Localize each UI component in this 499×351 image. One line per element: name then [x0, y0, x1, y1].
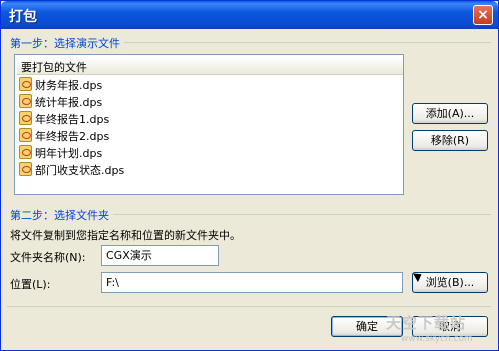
file-name: 明年计划.dps — [35, 147, 103, 160]
file-list-header-label: 要打包的文件 — [21, 61, 87, 74]
step2-description: 将文件复制到您指定名称和位置的新文件夹中。 — [10, 229, 241, 242]
folder-name-label: 文件夹名称(N): — [10, 251, 86, 264]
step1-label: 第一步：选择演示文件 — [10, 35, 124, 51]
file-list-header[interactable]: 要打包的文件 — [17, 57, 403, 75]
add-button[interactable]: 添加(A)... — [412, 103, 488, 124]
footer-divider — [7, 306, 491, 307]
close-button[interactable]: × — [473, 5, 493, 25]
window-title: 打包 — [9, 9, 37, 25]
file-name: 部门收支状态.dps — [35, 164, 125, 177]
file-name: 财务年报.dps — [35, 79, 103, 92]
presentation-file-icon — [19, 77, 32, 91]
presentation-file-icon — [19, 128, 32, 142]
step1-divider — [121, 42, 491, 43]
file-list[interactable]: 要打包的文件 财务年报.dps 统计年报.dps 年终报告1.dps 年终报告2… — [14, 54, 404, 195]
browse-button[interactable]: 浏览(B)... — [412, 272, 488, 293]
title-bar[interactable]: 打包 × — [1, 1, 498, 29]
file-name: 年终报告2.dps — [35, 130, 110, 143]
step2-divider — [109, 214, 491, 215]
file-name: 统计年报.dps — [35, 96, 103, 109]
location-label: 位置(L): — [10, 278, 51, 291]
watermark-logo: 天空下载站 — [386, 314, 467, 332]
file-name: 年终报告1.dps — [35, 113, 110, 126]
close-icon: × — [477, 7, 489, 23]
step2-label: 第二步：选择文件夹 — [10, 207, 113, 223]
location-input[interactable]: F:\ — [101, 272, 403, 293]
folder-name-input[interactable]: CGX演示 — [101, 245, 219, 266]
presentation-file-icon — [19, 145, 32, 159]
presentation-file-icon — [19, 162, 32, 176]
presentation-file-icon — [19, 94, 32, 108]
pack-dialog: 打包 × 第一步：选择演示文件 要打包的文件 财务年报.dps 统计年报.dps… — [0, 0, 499, 351]
watermark-url: www.skycn.com — [401, 334, 473, 344]
presentation-file-icon — [19, 111, 32, 125]
remove-button[interactable]: 移除(R) — [412, 130, 488, 151]
